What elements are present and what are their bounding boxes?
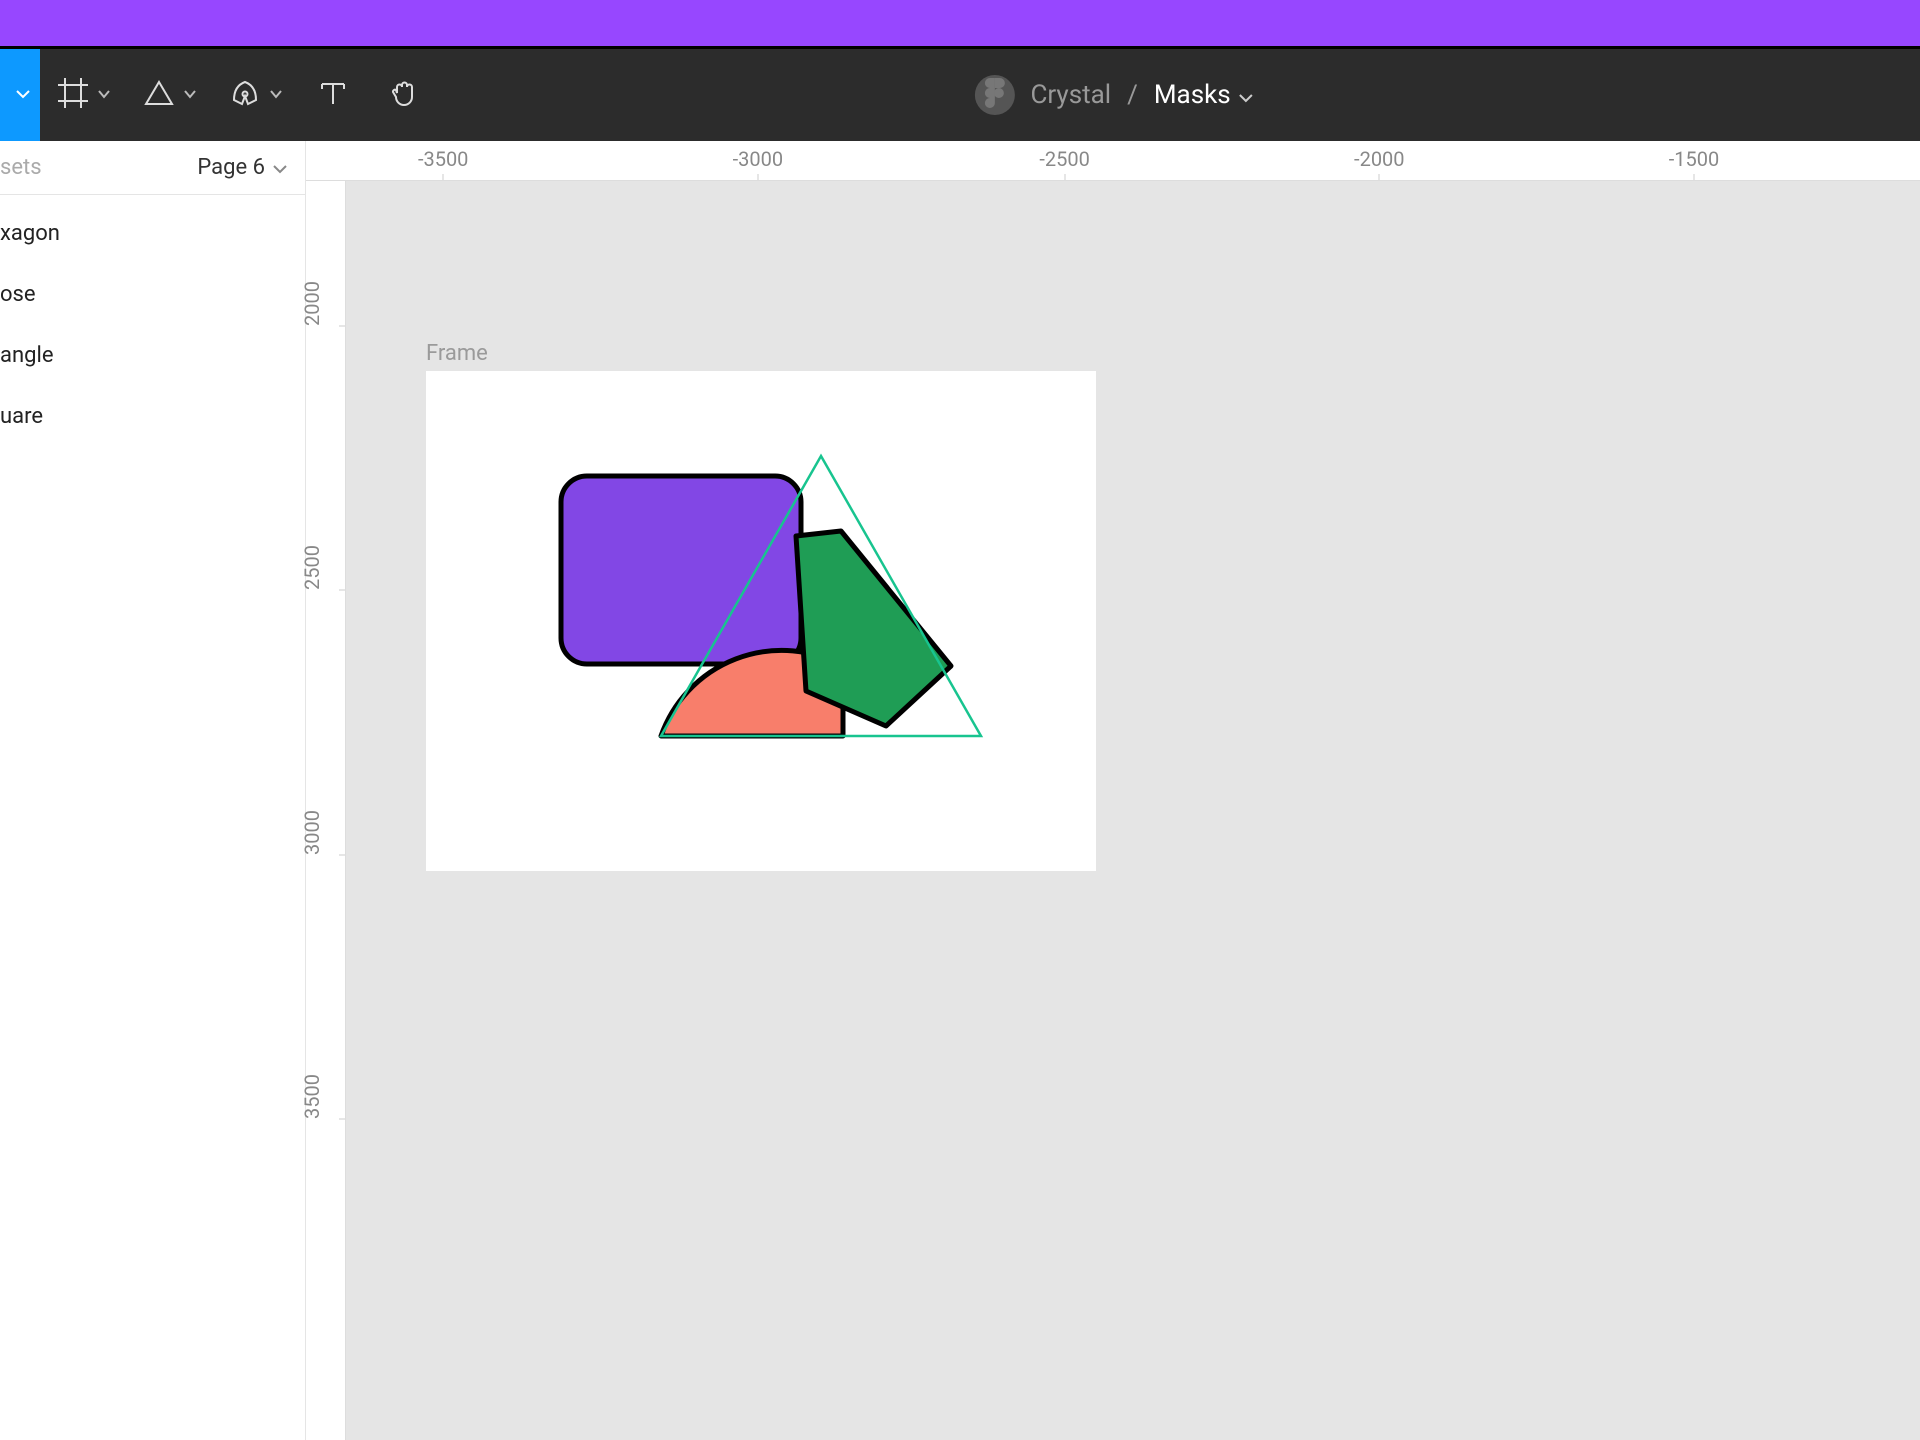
file-name-label: Masks xyxy=(1154,80,1231,110)
chevron-down-icon xyxy=(273,155,287,180)
polygon-icon xyxy=(142,76,176,114)
ruler-tick: 3000 xyxy=(300,810,324,855)
shape-hexagon-masked[interactable] xyxy=(796,531,951,726)
workspace: sets Page 6 xagon ose angle uare -3500 -… xyxy=(0,141,1920,1440)
ruler-tick: -3000 xyxy=(733,147,784,171)
figma-logo-icon xyxy=(983,78,1005,112)
ruler-tick: 2500 xyxy=(300,545,324,590)
chevron-down-icon xyxy=(184,87,196,103)
chevron-down-icon xyxy=(98,87,110,103)
ruler-tick-mark xyxy=(1379,174,1380,180)
ruler-tick-mark xyxy=(443,174,444,180)
ruler-tick: -2500 xyxy=(1039,147,1090,171)
page-selector[interactable]: Page 6 xyxy=(197,155,287,180)
canvas-shapes xyxy=(426,371,1096,871)
hand-tool[interactable] xyxy=(368,49,440,141)
file-name-dropdown[interactable]: Masks xyxy=(1154,80,1253,110)
pen-tool[interactable] xyxy=(212,49,298,141)
toolbar-left-group xyxy=(0,49,440,141)
ruler-tick: -3500 xyxy=(418,147,469,171)
frame-tool[interactable] xyxy=(40,49,126,141)
layers-panel: xagon ose angle uare xyxy=(0,195,305,455)
breadcrumb-separator: / xyxy=(1127,80,1138,110)
ruler-tick-mark xyxy=(339,854,345,855)
menu-button[interactable] xyxy=(0,49,40,141)
chevron-down-icon xyxy=(16,87,30,103)
left-sidebar: sets Page 6 xagon ose angle uare xyxy=(0,141,306,1440)
ruler-vertical: 2000 2500 3000 3500 xyxy=(306,181,346,1440)
ruler-tick-mark xyxy=(757,174,758,180)
ruler-tick-mark xyxy=(1064,174,1065,180)
ruler-tick: 3500 xyxy=(300,1074,324,1119)
hand-icon xyxy=(388,77,420,113)
chevron-down-icon xyxy=(270,87,282,103)
layer-item[interactable]: angle xyxy=(0,337,305,374)
frame-label[interactable]: Frame xyxy=(426,341,488,366)
frame-icon xyxy=(56,76,90,114)
ruler-horizontal: -3500 -3000 -2500 -2000 -1500 xyxy=(306,141,1920,181)
frame-rect[interactable] xyxy=(426,371,1096,871)
layer-item[interactable]: ose xyxy=(0,276,305,313)
layer-item[interactable]: uare xyxy=(0,398,305,435)
ruler-tick: -2000 xyxy=(1354,147,1405,171)
ruler-tick-mark xyxy=(339,1118,345,1119)
team-avatar[interactable] xyxy=(974,75,1014,115)
ruler-tick-mark xyxy=(1694,174,1695,180)
text-tool[interactable] xyxy=(298,49,368,141)
ruler-tick: 2000 xyxy=(300,281,324,326)
main-toolbar: Crystal / Masks xyxy=(0,49,1920,141)
page-label: Page 6 xyxy=(197,155,265,180)
ruler-tick-mark xyxy=(339,325,345,326)
canvas-area[interactable]: -3500 -3000 -2500 -2000 -1500 2000 2500 … xyxy=(306,141,1920,1440)
assets-tab[interactable]: sets xyxy=(0,155,42,180)
browser-top-bar xyxy=(0,0,1920,46)
canvas[interactable]: Frame xyxy=(346,181,1920,1440)
document-breadcrumb: Crystal / Masks xyxy=(974,49,1252,141)
text-icon xyxy=(318,78,348,112)
shape-tool[interactable] xyxy=(126,49,212,141)
pen-icon xyxy=(228,76,262,114)
shape-rectangle[interactable] xyxy=(561,476,801,664)
chevron-down-icon xyxy=(1239,80,1253,110)
ruler-tick-mark xyxy=(339,590,345,591)
ruler-tick: -1500 xyxy=(1669,147,1720,171)
sidebar-header: sets Page 6 xyxy=(0,141,305,195)
team-name-label[interactable]: Crystal xyxy=(1030,80,1111,110)
layer-item[interactable]: xagon xyxy=(0,215,305,252)
